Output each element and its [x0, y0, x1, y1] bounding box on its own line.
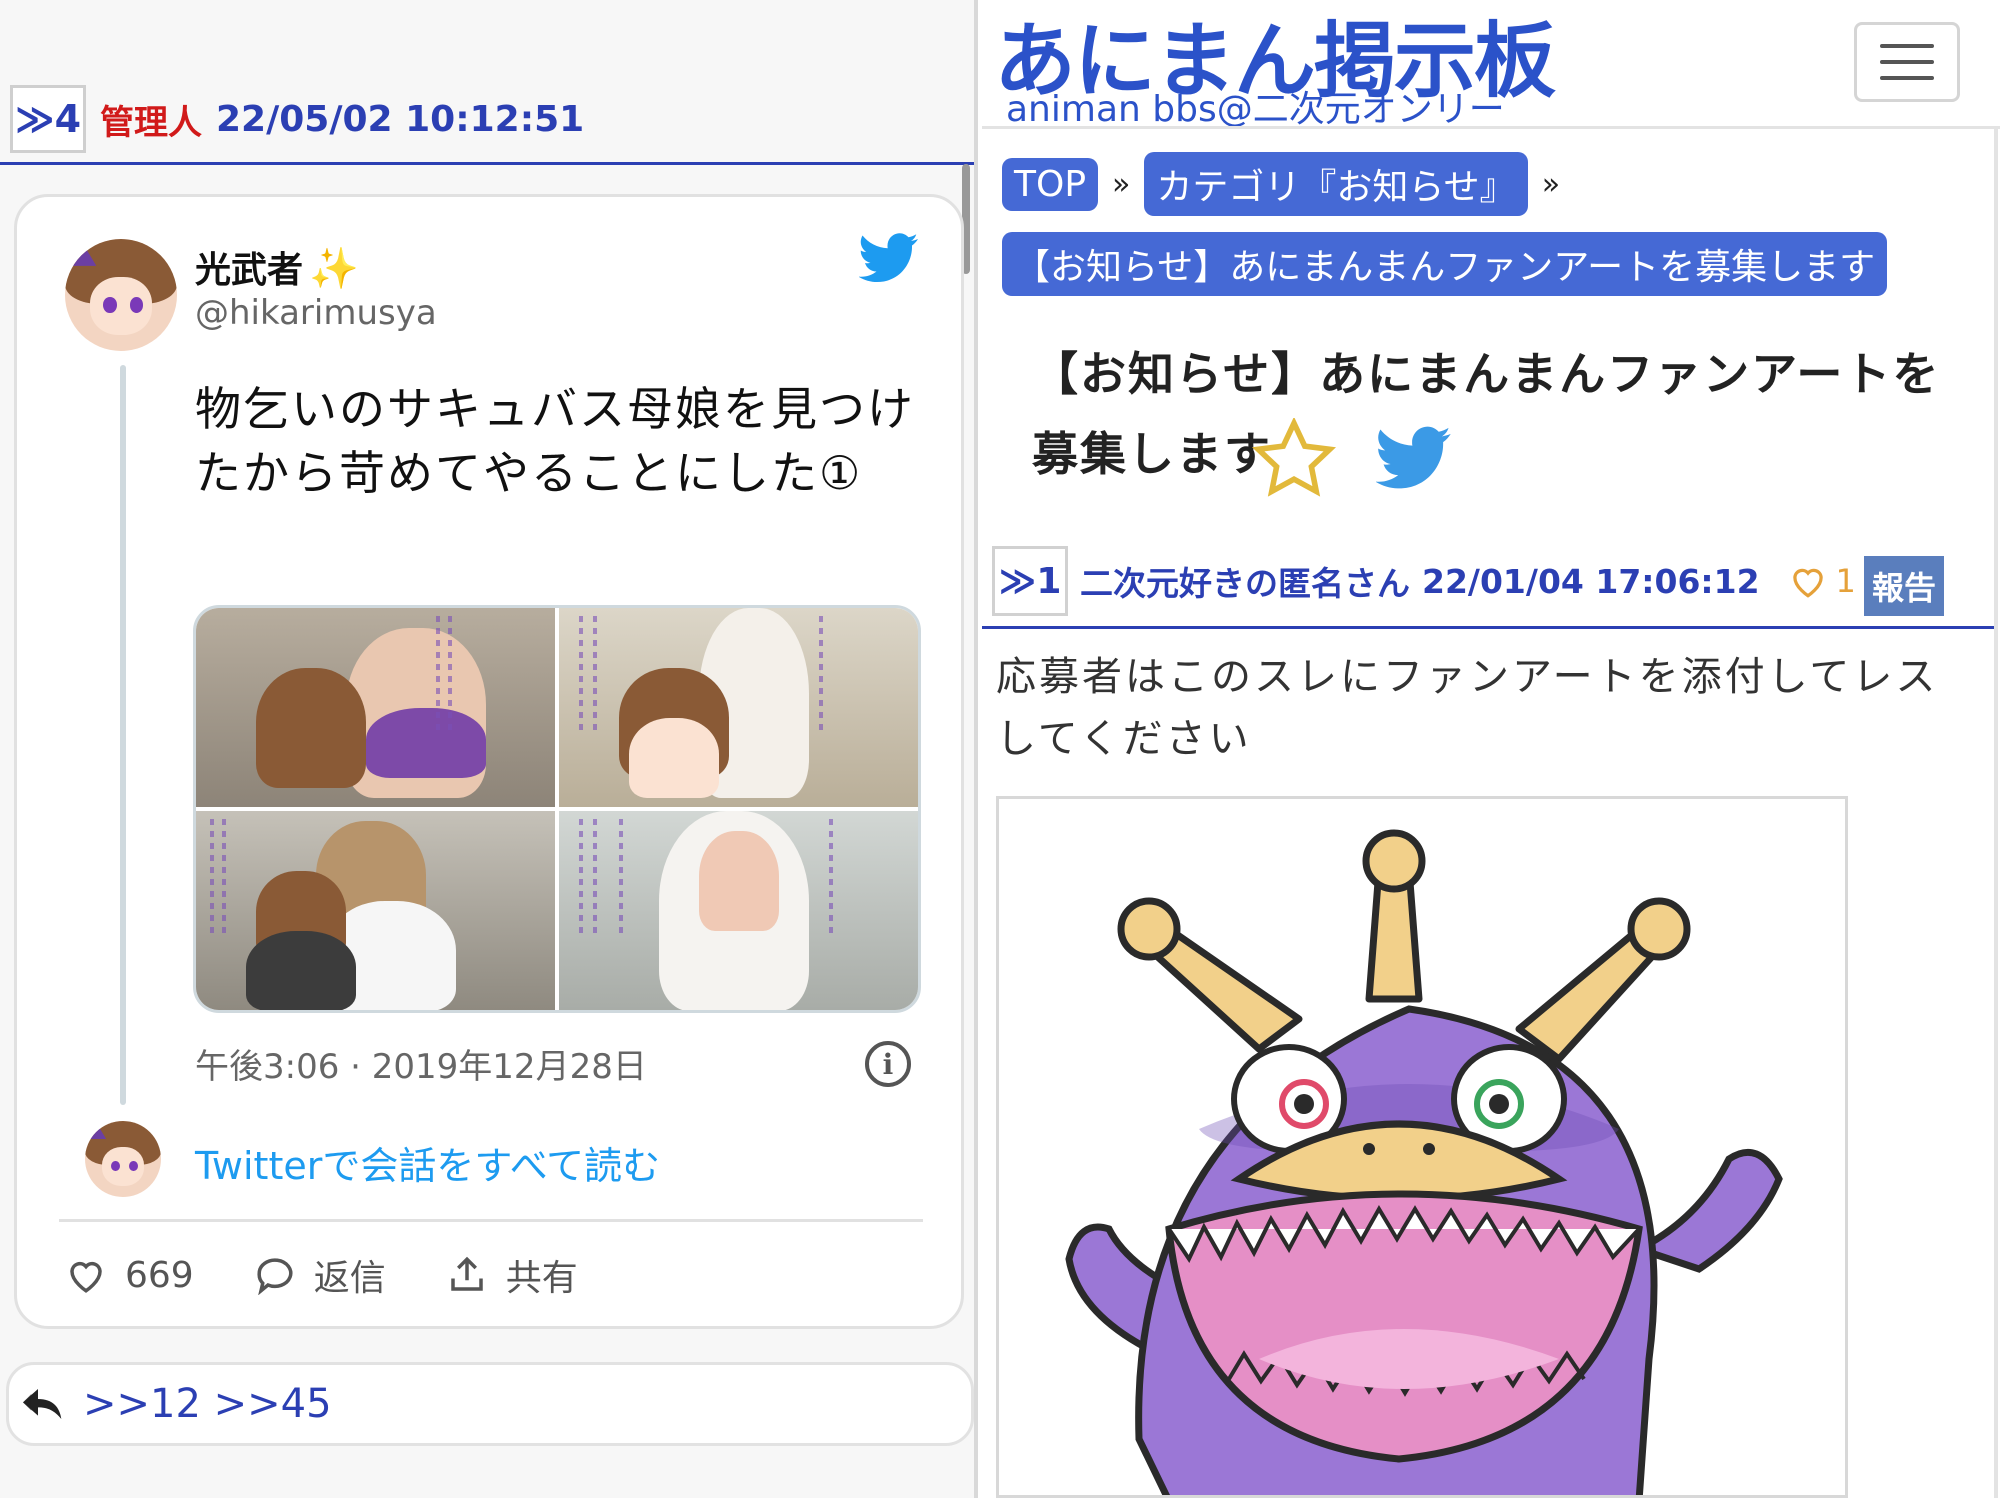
header-divider	[0, 162, 974, 165]
share-label: 共有	[505, 1258, 578, 1299]
breadcrumb-top[interactable]: TOP	[1002, 157, 1099, 211]
like-button[interactable]: 1	[1788, 562, 1856, 600]
reply-anchor-links[interactable]: >>12 >>45	[83, 1381, 332, 1427]
tweet-divider	[59, 1219, 923, 1222]
twitter-bird-icon[interactable]	[859, 233, 919, 283]
res-number-button[interactable]: ≫1	[992, 546, 1068, 616]
comment-icon	[257, 1258, 293, 1295]
mascot-illustration	[1065, 829, 1783, 1495]
reply-arrow-icon	[23, 1389, 62, 1419]
tweet-author-name[interactable]: 光武者 ✨	[195, 241, 359, 293]
embedded-tweet[interactable]: 光武者 ✨ @hikarimusya 物乞いのサキュバス母娘を見つけたから苛めてや…	[14, 194, 964, 1329]
heart-icon	[70, 1261, 102, 1293]
res-number-button[interactable]: ≫4	[10, 85, 86, 153]
left-pane: ≫4 管理人 22/05/02 10:12:51 光武者 ✨ @hikarimus…	[0, 0, 978, 1498]
media-panel-2[interactable]	[559, 608, 918, 807]
site-subtitle: animan bbs@二次元オンリー	[1006, 89, 1505, 130]
media-panel-4[interactable]	[559, 811, 918, 1010]
media-panel-3[interactable]	[196, 811, 555, 1010]
header-divider	[982, 126, 2000, 129]
share-icon	[450, 1256, 483, 1291]
share-button[interactable]: 共有	[446, 1249, 578, 1301]
breadcrumb: TOP » カテゴリ『お知らせ』 »	[1002, 152, 1982, 216]
tweet-timestamp[interactable]: 午後3:06 · 2019年12月28日	[195, 1039, 647, 1088]
post-date: 22/01/04 17:06:12	[1422, 561, 1760, 601]
poster-name: 二次元好きの匿名さん	[1080, 564, 1410, 603]
like-count: 1	[1835, 562, 1856, 600]
tweet-media-grid[interactable]	[193, 605, 921, 1013]
breadcrumb-separator: »	[1112, 166, 1131, 202]
menu-icon[interactable]	[1854, 22, 1960, 102]
thread-title: 【お知らせ】あにまんまんファンアートを募集します	[1032, 347, 1941, 481]
like-button[interactable]: 669	[65, 1255, 194, 1296]
attached-image[interactable]	[996, 796, 1848, 1498]
info-icon[interactable]: i	[865, 1041, 911, 1087]
like-count: 669	[125, 1254, 194, 1296]
breadcrumb-thread[interactable]: 【お知らせ】あにまんまんファンアートを募集します	[1002, 232, 1888, 296]
star-icon[interactable]	[1252, 418, 1336, 498]
sparkle-emoji: ✨	[309, 246, 359, 292]
twitter-bird-icon[interactable]	[1376, 426, 1452, 490]
reply-button[interactable]: 返信	[254, 1249, 386, 1301]
tweet-text: 物乞いのサキュバス母娘を見つけたから苛めてやることにした①	[195, 382, 915, 500]
media-panel-1[interactable]	[196, 608, 555, 807]
reply-avatar[interactable]	[85, 1121, 161, 1197]
poster-name: 管理人	[100, 102, 202, 143]
breadcrumb-separator: »	[1541, 166, 1561, 202]
tweet-author-handle[interactable]: @hikarimusya	[195, 293, 437, 333]
tweet-actions: 669 返信 共有	[65, 1249, 638, 1301]
content-border	[1994, 128, 1998, 1498]
read-all-link[interactable]: Twitterで会話をすべて読む	[195, 1135, 660, 1190]
right-pane: あにまん掲示板 animan bbs@二次元オンリー TOP» カテゴリ『お知らせ…	[982, 0, 2000, 1498]
heart-icon	[1792, 568, 1823, 598]
reply-anchors-box: >>12 >>45	[6, 1362, 974, 1446]
post-header: ≫1 二次元好きの匿名さん 22/01/04 17:06:12 1	[992, 546, 1856, 616]
tweet-author-avatar[interactable]	[65, 239, 177, 351]
breadcrumb-row-2: 【お知らせ】あにまんまんファンアートを募集します	[1002, 232, 1888, 296]
post-divider	[982, 626, 1994, 629]
reply-label: 返信	[313, 1258, 386, 1299]
breadcrumb-category[interactable]: カテゴリ『お知らせ』	[1144, 152, 1528, 216]
post-body: 応募者はこのスレにファンアートを添付してレスしてください	[996, 654, 1939, 762]
report-button[interactable]: 報告	[1864, 556, 1944, 616]
post-header: ≫4 管理人 22/05/02 10:12:51	[10, 84, 584, 154]
post-date: 22/05/02 10:12:51	[216, 98, 585, 140]
thread-line	[120, 365, 126, 1105]
